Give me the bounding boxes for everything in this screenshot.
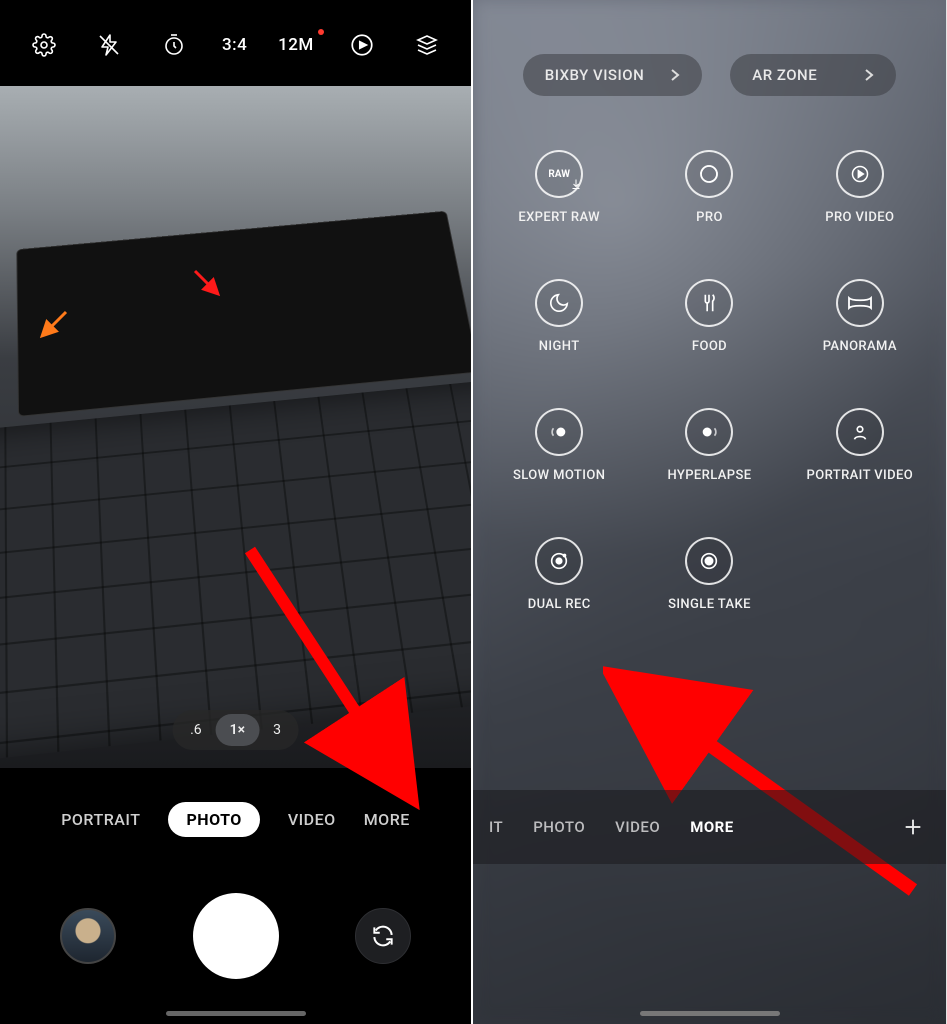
mode-more[interactable]: MORE xyxy=(364,810,410,829)
mode-label: NIGHT xyxy=(539,339,580,354)
portrait-video-icon xyxy=(836,408,884,456)
mode-single-take[interactable]: SINGLE TAKE xyxy=(643,537,775,612)
dual-rec-icon xyxy=(535,537,583,585)
shutter-button[interactable] xyxy=(193,893,279,979)
aspect-ratio-button[interactable]: 3:4 xyxy=(222,35,247,55)
mode-more[interactable]: MORE xyxy=(690,818,734,836)
viewfinder-subject-laptop xyxy=(0,208,471,768)
settings-icon[interactable] xyxy=(27,28,61,62)
mode-night[interactable]: NIGHT xyxy=(493,279,625,354)
mode-label: DUAL REC xyxy=(528,597,591,612)
slow-motion-icon xyxy=(535,408,583,456)
resolution-button[interactable]: 12M xyxy=(278,35,314,55)
mode-label: EXPERT RAW xyxy=(518,210,600,225)
camera-mode-row: IT PHOTO VIDEO MORE xyxy=(473,790,946,864)
timer-icon[interactable] xyxy=(157,28,191,62)
night-icon xyxy=(535,279,583,327)
mode-label: PANORAMA xyxy=(823,339,897,354)
camera-viewfinder[interactable]: .6 1× 3 xyxy=(0,86,471,768)
plus-icon xyxy=(902,816,924,838)
pro-video-icon xyxy=(836,150,884,198)
zoom-option-wide[interactable]: .6 xyxy=(176,714,216,746)
mode-hyperlapse[interactable]: HYPERLAPSE xyxy=(643,408,775,483)
camera-main-screen: 3:4 12M .6 1× 3 PORTRAIT PHOTO VIDEO MOR… xyxy=(0,0,473,1024)
filters-icon[interactable] xyxy=(410,28,444,62)
resolution-label: 12M xyxy=(278,35,314,55)
ar-zone-label: AR ZONE xyxy=(752,66,817,84)
mode-dual-rec[interactable]: DUAL REC xyxy=(493,537,625,612)
mode-video[interactable]: VIDEO xyxy=(288,810,336,829)
mode-food[interactable]: FOOD xyxy=(643,279,775,354)
single-take-icon xyxy=(685,537,733,585)
food-icon xyxy=(685,279,733,327)
mode-label: PRO VIDEO xyxy=(825,210,894,225)
motion-photo-icon[interactable] xyxy=(345,28,379,62)
add-mode-button[interactable] xyxy=(902,816,924,838)
gallery-thumbnail[interactable] xyxy=(60,908,116,964)
zoom-option-1x[interactable]: 1× xyxy=(216,714,259,746)
mode-portrait[interactable]: PORTRAIT xyxy=(61,810,140,829)
mode-it-partial[interactable]: IT xyxy=(489,818,503,836)
mode-label: SLOW MOTION xyxy=(513,468,605,483)
camera-top-toolbar: 3:4 12M xyxy=(0,0,471,86)
record-dot-icon xyxy=(318,29,324,35)
flash-off-icon[interactable] xyxy=(92,28,126,62)
mode-label: PORTRAIT VIDEO xyxy=(807,468,914,483)
bixby-vision-button[interactable]: BIXBY VISION xyxy=(523,54,703,96)
mode-portrait-video[interactable]: PORTRAIT VIDEO xyxy=(794,408,926,483)
hyperlapse-icon xyxy=(685,408,733,456)
mode-video[interactable]: VIDEO xyxy=(615,818,660,836)
mode-panorama[interactable]: PANORAMA xyxy=(794,279,926,354)
mode-expert-raw[interactable]: RAW EXPERT RAW xyxy=(493,150,625,225)
top-pill-row: BIXBY VISION AR ZONE xyxy=(473,0,946,96)
panorama-icon xyxy=(836,279,884,327)
home-indicator[interactable] xyxy=(640,1011,780,1016)
expert-raw-icon: RAW xyxy=(535,150,583,198)
zoom-selector[interactable]: .6 1× 3 xyxy=(172,710,299,750)
mode-pro-video[interactable]: PRO VIDEO xyxy=(794,150,926,225)
mode-label: HYPERLAPSE xyxy=(667,468,751,483)
switch-camera-icon xyxy=(370,923,396,949)
camera-mode-row: PORTRAIT PHOTO VIDEO MORE xyxy=(0,768,471,848)
chevron-right-icon xyxy=(670,68,680,82)
bixby-vision-label: BIXBY VISION xyxy=(545,66,645,84)
mode-pro[interactable]: PRO xyxy=(643,150,775,225)
mode-label: SINGLE TAKE xyxy=(668,597,751,612)
home-indicator[interactable] xyxy=(166,1011,306,1016)
camera-more-modes-screen: BIXBY VISION AR ZONE RAW EXPERT RAW PRO … xyxy=(473,0,946,1024)
mode-slow-motion[interactable]: SLOW MOTION xyxy=(493,408,625,483)
chevron-right-icon xyxy=(864,68,874,82)
switch-camera-button[interactable] xyxy=(355,908,411,964)
camera-controls xyxy=(0,848,471,1024)
mode-photo[interactable]: PHOTO xyxy=(168,802,259,837)
pro-icon xyxy=(685,150,733,198)
mode-label: PRO xyxy=(696,210,723,225)
modes-grid: RAW EXPERT RAW PRO PRO VIDEO NIGHT FOOD … xyxy=(473,96,946,612)
mode-label: FOOD xyxy=(692,339,727,354)
mode-photo[interactable]: PHOTO xyxy=(533,818,585,836)
ar-zone-button[interactable]: AR ZONE xyxy=(730,54,896,96)
zoom-option-tele[interactable]: 3 xyxy=(259,714,295,746)
